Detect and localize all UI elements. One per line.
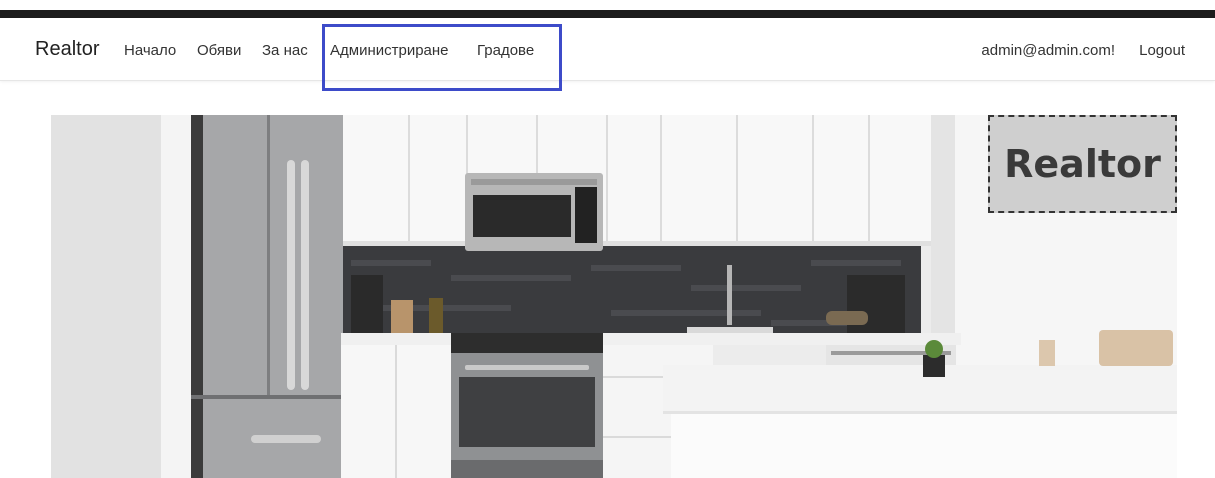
nav-link-home[interactable]: Начало (124, 42, 176, 59)
top-bar (0, 0, 1215, 18)
top-bar-line (0, 10, 1215, 18)
logout-link[interactable]: Logout (1139, 42, 1185, 59)
user-email[interactable]: admin@admin.com! (981, 42, 1115, 59)
navbar-brand[interactable]: Realtor (35, 38, 99, 61)
nav-link-about[interactable]: За нас (262, 42, 308, 59)
highlight-box (322, 24, 562, 91)
hero-badge-text: Realtor (1004, 142, 1161, 186)
navbar: Realtor Начало Обяви За нас Администрира… (0, 18, 1215, 91)
hero-badge: Realtor (988, 115, 1177, 213)
nav-link-listings[interactable]: Обяви (197, 42, 241, 59)
